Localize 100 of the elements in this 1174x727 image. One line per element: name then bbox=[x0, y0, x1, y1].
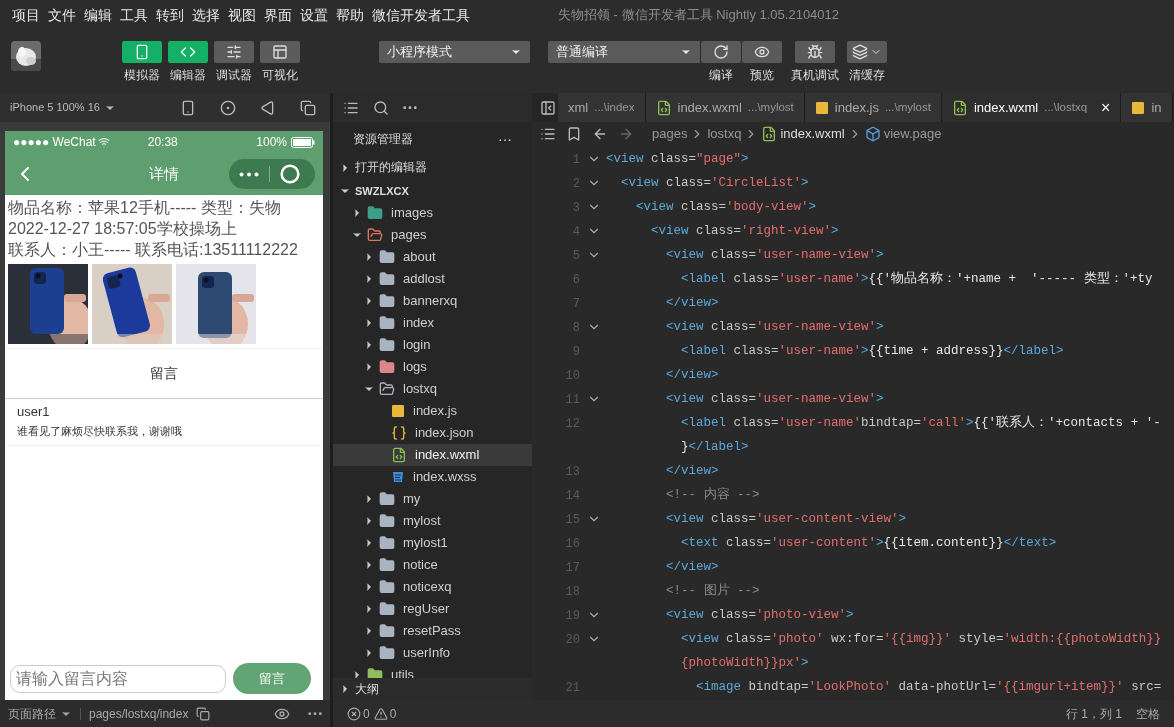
menu-item[interactable]: 帮助 bbox=[332, 4, 368, 26]
toolbar-label: 预览 bbox=[750, 67, 774, 84]
toolbar-button[interactable] bbox=[701, 41, 741, 63]
breadcrumb-item[interactable]: index.wxml bbox=[780, 124, 845, 144]
menu-item[interactable]: 设置 bbox=[296, 4, 332, 26]
folder-icon bbox=[379, 491, 395, 507]
tree-item[interactable]: images bbox=[333, 202, 532, 224]
menu-item[interactable]: 界面 bbox=[260, 4, 296, 26]
section-header[interactable]: 打开的编辑器 bbox=[333, 156, 532, 180]
tree-item[interactable]: my bbox=[333, 488, 532, 510]
tree-item[interactable]: logs bbox=[333, 356, 532, 378]
capsule-button[interactable] bbox=[229, 159, 315, 189]
mode-select[interactable]: 小程序模式 bbox=[379, 41, 530, 63]
tree-item[interactable]: index.js bbox=[333, 400, 532, 422]
code-line: <view class='CircleList'> bbox=[620, 174, 809, 192]
compile-select[interactable]: 普通编译 bbox=[548, 41, 700, 63]
folder-icon bbox=[379, 535, 395, 551]
section-header[interactable]: SWZLXCX bbox=[333, 180, 532, 202]
breadcrumb-item[interactable]: view.page bbox=[883, 124, 942, 144]
more-icon[interactable] bbox=[403, 105, 417, 110]
tree-item[interactable]: userInfo bbox=[333, 642, 532, 664]
detail-text: 2022-12-27 18:57:05学校操场上 bbox=[8, 219, 238, 239]
tree-item[interactable]: pages bbox=[333, 224, 532, 246]
triangle-icon bbox=[260, 99, 276, 116]
menu-item[interactable]: 项目 bbox=[8, 4, 44, 26]
target-icon bbox=[280, 164, 300, 184]
folder-icon bbox=[379, 293, 395, 309]
toolbar-label: 真机调试 bbox=[791, 67, 839, 84]
style-file-icon bbox=[391, 470, 405, 484]
menu-item[interactable]: 文件 bbox=[44, 4, 80, 26]
tree-item[interactable]: resetPass bbox=[333, 620, 532, 642]
code-line: </view> bbox=[665, 558, 719, 576]
more-icon[interactable] bbox=[308, 711, 322, 716]
section-header[interactable]: 大纲 bbox=[333, 678, 532, 700]
code-line: <view class='body-view'> bbox=[635, 198, 817, 216]
cursor-position[interactable]: 行 1，列 1 bbox=[1066, 704, 1122, 723]
more-button[interactable]: ··· bbox=[498, 128, 512, 150]
layout-icon bbox=[272, 44, 288, 60]
toolbar-button[interactable] bbox=[742, 41, 782, 63]
close-button[interactable]: × bbox=[1101, 95, 1111, 120]
panel-icon bbox=[540, 99, 556, 116]
tree-item[interactable]: index.wxml bbox=[333, 444, 532, 466]
tree-item[interactable]: lostxq bbox=[333, 378, 532, 400]
tree-item[interactable]: addlost bbox=[333, 268, 532, 290]
menu-item[interactable]: 视图 bbox=[224, 4, 260, 26]
tree-item[interactable]: index.json bbox=[333, 422, 532, 444]
tree-item[interactable]: about bbox=[333, 246, 532, 268]
view-toggle-label: 调试器 bbox=[216, 67, 252, 84]
eye-icon bbox=[754, 44, 770, 60]
tree-item[interactable]: noticexq bbox=[333, 576, 532, 598]
editor-tab[interactable]: index.js ...\mylost bbox=[804, 93, 942, 122]
code-file-icon bbox=[951, 99, 968, 116]
menu-item[interactable]: 微信开发者工具 bbox=[368, 4, 474, 26]
js-file-icon bbox=[1131, 100, 1146, 115]
tree-item[interactable]: mylost1 bbox=[333, 532, 532, 554]
breadcrumb-item[interactable]: pages bbox=[652, 124, 688, 144]
view-toggle-button[interactable] bbox=[260, 41, 300, 63]
view-toggle-button[interactable] bbox=[122, 41, 162, 63]
toolbar-button[interactable] bbox=[795, 41, 835, 63]
code-line: </view> bbox=[665, 294, 719, 312]
tree-item[interactable]: regUser bbox=[333, 598, 532, 620]
comment-input[interactable]: 请输入留言内容 bbox=[10, 664, 226, 693]
comment-user: user1 bbox=[17, 403, 51, 421]
editor-tab[interactable]: index.wxml ...\lostxq × bbox=[941, 93, 1122, 122]
menu-item[interactable]: 转到 bbox=[152, 4, 188, 26]
tree-item[interactable]: mylost bbox=[333, 510, 532, 532]
path-label[interactable]: 页面路径 bbox=[8, 704, 72, 723]
folder-icon bbox=[367, 227, 383, 243]
breadcrumb-item[interactable]: lostxq bbox=[707, 124, 742, 144]
menu-item[interactable]: 工具 bbox=[116, 4, 152, 26]
code-line: <label class='user-name'>{{time + address}}</label> bbox=[680, 342, 1064, 360]
indent-setting[interactable]: 空格 bbox=[1136, 704, 1160, 723]
tree-item[interactable]: login bbox=[333, 334, 532, 356]
editor-tab[interactable]: in bbox=[1121, 93, 1173, 122]
list-icon bbox=[540, 126, 556, 142]
tree-item[interactable]: notice bbox=[333, 554, 532, 576]
menu-item[interactable]: 选择 bbox=[188, 4, 224, 26]
toolbar-label: 编译 bbox=[709, 67, 733, 84]
editor-tab[interactable]: xml ...\index bbox=[558, 93, 646, 122]
windows-icon bbox=[300, 99, 316, 116]
carrier: ●●●●● WeChat bbox=[13, 134, 96, 151]
view-toggle-button[interactable] bbox=[214, 41, 254, 63]
device-select[interactable]: iPhone 5 100% 16 bbox=[10, 99, 116, 116]
menu-item[interactable]: 编辑 bbox=[80, 4, 116, 26]
more-icon[interactable] bbox=[239, 171, 259, 177]
code-line: <view class='user-name-view'> bbox=[665, 390, 884, 408]
page-title: 详情 bbox=[149, 163, 179, 184]
tree-item[interactable]: index bbox=[333, 312, 532, 334]
view-toggle-button[interactable] bbox=[168, 41, 208, 63]
folder-icon bbox=[379, 271, 395, 287]
editor-tab[interactable]: index.wxml ...\mylost bbox=[645, 93, 805, 122]
tree-item[interactable]: index.wxss bbox=[333, 466, 532, 488]
phone-icon bbox=[134, 44, 150, 60]
tree-item[interactable]: bannerxq bbox=[333, 290, 532, 312]
folder-icon bbox=[379, 623, 395, 639]
code-line: <!-- 内容 --> bbox=[665, 486, 760, 504]
comment-text: 谁看见了麻烦尽快联系我，谢谢哦 bbox=[17, 424, 183, 439]
toolbar-button[interactable] bbox=[847, 41, 887, 63]
folder-icon bbox=[379, 359, 395, 375]
folder-icon bbox=[379, 579, 395, 595]
